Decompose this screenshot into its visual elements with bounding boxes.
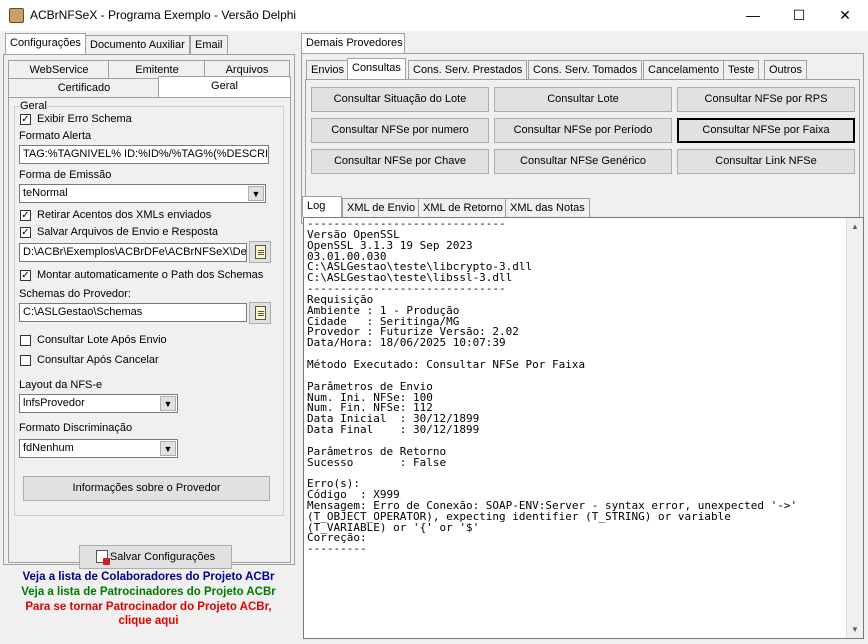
maximize-button[interactable]: ☐	[776, 0, 822, 31]
patrocinadores-link[interactable]: Veja a lista de Patrocinadores do Projet…	[0, 586, 297, 598]
left-panel: Configurações Documento Auxiliar Email W…	[0, 31, 298, 644]
consultar-nfse-rps-button[interactable]: Consultar NFSe por RPS	[677, 87, 855, 112]
geral-panel: Geral ✓ Exibir Erro Schema Formato Alert…	[8, 97, 291, 563]
chevron-down-icon: ▼	[160, 396, 176, 411]
consultar-nfse-numero-button[interactable]: Consultar NFSe por numero	[311, 118, 489, 143]
exibir-erro-schema-label: Exibir Erro Schema	[37, 113, 132, 125]
formato-discriminacao-label: Formato Discriminação	[19, 422, 133, 434]
forma-emissao-value: teNormal	[23, 187, 68, 199]
tab-teste[interactable]: Teste	[723, 60, 760, 79]
scroll-up-icon[interactable]: ▲	[847, 218, 863, 235]
layout-select[interactable]: lnfsProvedor ▼	[19, 394, 178, 413]
tab-geral[interactable]: Geral	[158, 76, 291, 97]
colaboradores-link[interactable]: Veja a lista de Colaboradores do Projeto…	[0, 571, 297, 583]
consultar-nfse-periodo-button[interactable]: Consultar NFSe por Período	[494, 118, 672, 143]
browse-schemas-button[interactable]	[249, 302, 271, 324]
montar-path-label: Montar automaticamente o Path dos Schema…	[37, 269, 264, 281]
left-top-tabs: Configurações Documento Auxiliar Email	[3, 33, 297, 55]
consultar-link-nfse-button[interactable]: Consultar Link NFSe	[677, 149, 855, 174]
log-textarea[interactable]: ------------------------------ Versão Op…	[303, 217, 864, 639]
tornar-patrocinador-link[interactable]: Para se tornar Patrocinador do Projeto A…	[0, 601, 297, 613]
consultar-nfse-faixa-button[interactable]: Consultar NFSe por Faixa	[677, 118, 855, 143]
log-scrollbar[interactable]: ▲ ▼	[846, 218, 863, 638]
document-icon	[255, 306, 266, 320]
browse-path-button[interactable]	[249, 241, 271, 263]
tab-cons-serv-prestados[interactable]: Cons. Serv. Prestados	[408, 60, 528, 79]
scroll-down-icon[interactable]: ▼	[847, 621, 863, 638]
forma-emissao-label: Forma de Emissão	[19, 169, 112, 181]
chevron-down-icon: ▼	[160, 441, 176, 456]
montar-path-checkbox[interactable]: ✓	[20, 270, 31, 281]
title-bar: ACBrNFSeX - Programa Exemplo - Versão De…	[0, 0, 868, 31]
tab-certificado[interactable]: Certificado	[8, 78, 160, 97]
consultar-lote-apos-envio-label: Consultar Lote Após Envio	[37, 334, 167, 346]
tab-outros[interactable]: Outros	[764, 60, 808, 79]
tab-xml-retorno[interactable]: XML de Retorno	[418, 198, 508, 217]
formato-alerta-label: Formato Alerta	[19, 130, 92, 142]
formato-discriminacao-value: fdNenhum	[23, 442, 74, 454]
tab-envios[interactable]: Envios	[306, 60, 350, 79]
log-content: ------------------------------ Versão Op…	[307, 217, 798, 556]
path-arquivos-field[interactable]: D:\ACBr\Exemplos\ACBrDFe\ACBrNFSeX\Delph	[19, 243, 247, 262]
retirar-acentos-label: Retirar Acentos dos XMLs enviados	[37, 209, 212, 221]
layout-value: lnfsProvedor	[23, 397, 85, 409]
tab-log[interactable]: Log	[302, 196, 342, 217]
close-button[interactable]: ✕	[822, 0, 868, 31]
schemas-label: Schemas do Provedor:	[19, 288, 131, 300]
salvar-configuracoes-label: Salvar Configurações	[109, 551, 216, 563]
consultar-lote-button[interactable]: Consultar Lote	[494, 87, 672, 112]
schemas-field[interactable]: C:\ASLGestao\Schemas	[19, 303, 247, 322]
tab-demais-provedores[interactable]: Demais Provedores	[301, 33, 405, 54]
window-title: ACBrNFSeX - Programa Exemplo - Versão De…	[30, 8, 297, 22]
salvar-configuracoes-button[interactable]: Salvar Configurações	[79, 545, 232, 569]
tab-cons-serv-tomados[interactable]: Cons. Serv. Tomados	[528, 60, 643, 79]
layout-label: Layout da NFS-e	[19, 379, 103, 391]
tab-cancelamento[interactable]: Cancelamento	[643, 60, 724, 79]
tab-email[interactable]: Email	[190, 35, 228, 54]
retirar-acentos-checkbox[interactable]: ✓	[20, 210, 31, 221]
tab-consultas[interactable]: Consultas	[347, 58, 406, 79]
salvar-arquivos-checkbox[interactable]: ✓	[20, 227, 31, 238]
consultar-apos-cancelar-checkbox[interactable]	[20, 355, 31, 366]
tab-xml-notas[interactable]: XML das Notas	[505, 198, 590, 217]
tab-documento-auxiliar[interactable]: Documento Auxiliar	[85, 35, 190, 54]
clique-aqui-link[interactable]: clique aqui	[0, 615, 297, 627]
app-icon	[9, 8, 24, 23]
tab-webservice[interactable]: WebService	[8, 60, 110, 79]
forma-emissao-select[interactable]: teNormal ▼	[19, 184, 266, 203]
consultar-nfse-generico-button[interactable]: Consultar NFSe Genérico	[494, 149, 672, 174]
exibir-erro-schema-checkbox[interactable]: ✓	[20, 114, 31, 125]
salvar-arquivos-label: Salvar Arquivos de Envio e Resposta	[37, 226, 218, 238]
tab-xml-envio[interactable]: XML de Envio	[342, 198, 421, 217]
consultar-situacao-lote-button[interactable]: Consultar Situação do Lote	[311, 87, 489, 112]
document-icon	[255, 245, 266, 259]
consultar-apos-cancelar-label: Consultar Após Cancelar	[37, 354, 159, 366]
consultar-nfse-chave-button[interactable]: Consultar NFSe por Chave	[311, 149, 489, 174]
info-provedor-button[interactable]: Informações sobre o Provedor	[23, 476, 270, 501]
consultar-lote-apos-envio-checkbox[interactable]	[20, 335, 31, 346]
chevron-down-icon: ▼	[248, 186, 264, 201]
minimize-button[interactable]: —	[730, 0, 776, 31]
save-icon	[96, 550, 110, 565]
formato-alerta-field[interactable]: TAG:%TAGNIVEL% ID:%ID%/%TAG%(%DESCRI	[19, 145, 269, 164]
group-title: Geral	[19, 100, 48, 112]
formato-discriminacao-select[interactable]: fdNenhum ▼	[19, 439, 178, 458]
tab-configuracoes[interactable]: Configurações	[5, 33, 86, 54]
config-panel: WebService Emitente Arquivos Certificado…	[3, 54, 295, 565]
